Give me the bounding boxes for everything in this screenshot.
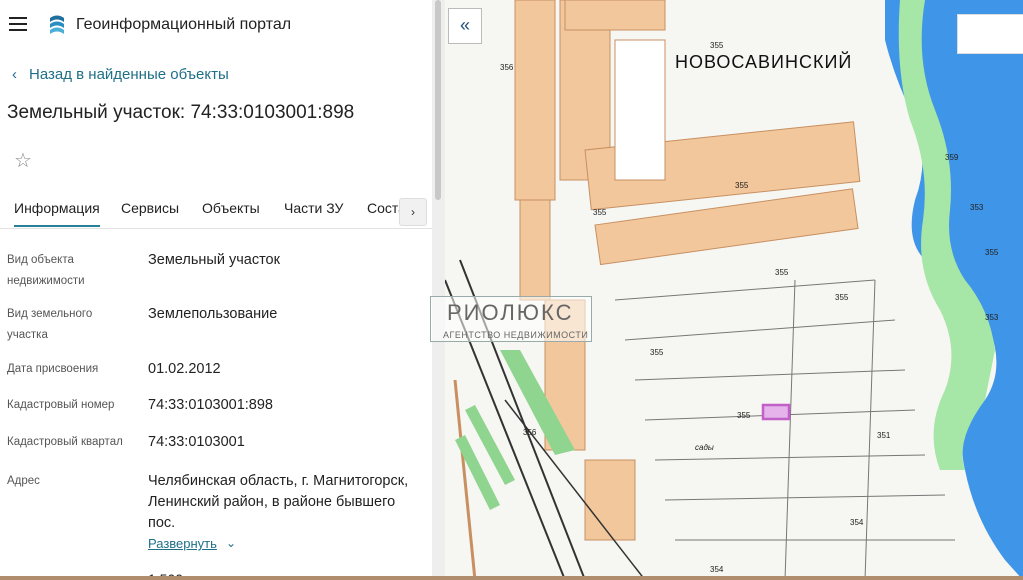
info-value: 74:33:0103001:898 [148,397,273,413]
watermark-subtitle: АГЕНТСТВО НЕДВИЖИМОСТИ [443,330,589,340]
svg-text:353: 353 [970,203,984,212]
svg-text:359: 359 [945,153,959,162]
info-panel: Геоинформационный портал ‹ Назад в найден… [0,0,432,580]
svg-text:356: 356 [500,63,514,72]
info-value: 74:33:0103001 [148,434,245,450]
svg-text:355: 355 [710,41,724,50]
back-to-results-link[interactable]: ‹ Назад в найденные объекты [12,66,229,83]
svg-text:355: 355 [775,268,789,277]
svg-text:351: 351 [877,431,891,440]
map-control-button[interactable] [957,14,1023,54]
tab-bar: Информация Сервисы Объекты Части ЗУ Сост… [0,190,432,229]
info-label: Вид земельного участка [7,308,93,341]
page-title: Земельный участок: 74:33:0103001:898 [7,102,355,123]
expand-address-link[interactable]: Развернуть [148,536,217,551]
info-value: Челябинская область, г. Магнитогорск, Ле… [148,473,409,531]
portal-logo-icon [50,15,64,34]
svg-text:355: 355 [737,411,751,420]
back-link-label: Назад в найденные объекты [29,66,229,83]
collapse-panel-button[interactable]: « [448,8,482,44]
tab-objects[interactable]: Объекты [202,200,260,216]
tab-services[interactable]: Сервисы [121,200,179,216]
tabs-scroll-right-button[interactable]: › [399,198,427,226]
svg-text:354: 354 [710,565,724,574]
svg-text:сады: сады [695,443,714,452]
chevron-left-icon: ‹ [12,66,17,83]
info-value: Землепользование [148,306,278,322]
tab-parts[interactable]: Части ЗУ [284,200,343,216]
svg-text:356: 356 [523,428,537,437]
svg-text:353: 353 [985,313,999,322]
info-label: Дата присвоения [7,363,99,375]
svg-text:355: 355 [985,248,999,257]
map-view[interactable]: 355 356 355 355 353 353 355 355 355 351 … [445,0,1023,580]
info-value: Земельный участок [148,252,280,268]
selected-parcel-marker [761,403,791,421]
info-value: 01.02.2012 [148,361,221,377]
info-label: Адрес [7,475,40,487]
info-label: Кадастровый квартал [7,436,123,448]
district-label: НОВОСАВИНСКИЙ [675,52,853,72]
tab-information[interactable]: Информация [14,200,100,227]
info-label: Вид объекта недвижимости [7,254,85,287]
info-label: Кадастровый номер [7,399,115,411]
bottom-edge-bar [0,576,1023,580]
favorite-star-icon[interactable]: ☆ [14,148,32,173]
scrollbar-thumb[interactable] [435,0,441,200]
svg-text:355: 355 [835,293,849,302]
svg-text:355: 355 [593,208,607,217]
watermark-title: РИОЛЮКС [447,300,574,325]
panel-scrollbar[interactable] [432,0,445,580]
svg-text:355: 355 [735,181,749,190]
app-title: Геоинформационный портал [76,16,292,33]
map-canvas: 355 356 355 355 353 353 355 355 355 351 … [445,0,1023,580]
chevron-down-icon[interactable]: ⌄ [226,536,236,550]
svg-text:354: 354 [850,518,864,527]
svg-text:355: 355 [650,348,664,357]
menu-icon[interactable] [9,17,27,31]
app-header: Геоинформационный портал [0,0,432,52]
